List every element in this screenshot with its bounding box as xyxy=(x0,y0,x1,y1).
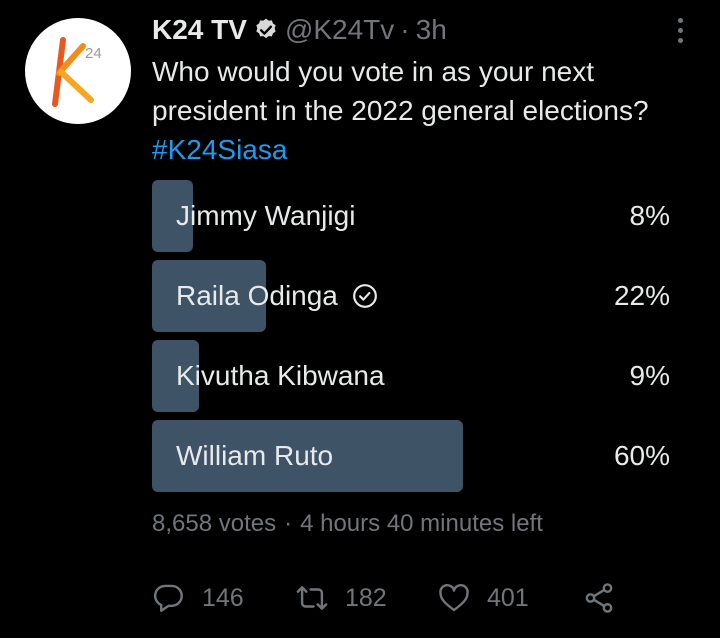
heart-icon xyxy=(439,584,469,612)
author-handle[interactable]: @K24Tv xyxy=(285,14,394,46)
retweet-count: 182 xyxy=(345,583,387,612)
poll-option-label: Kivutha Kibwana xyxy=(176,360,385,391)
share-button[interactable] xyxy=(582,581,616,615)
poll-option-percent: 22% xyxy=(613,280,670,311)
check-circle-icon xyxy=(352,284,377,308)
poll-option-percent: 8% xyxy=(629,200,670,231)
poll-time-left: 4 hours 40 minutes left xyxy=(300,510,543,537)
poll-option-percent: 60% xyxy=(613,440,670,471)
hashtag-link[interactable]: #K24Siasa xyxy=(152,134,287,165)
tweet-text: Who would you vote in as your next presi… xyxy=(152,52,702,169)
author-name[interactable]: K24 TV xyxy=(152,14,247,46)
tweet-body: Who would you vote in as your next presi… xyxy=(152,56,649,126)
logo-superscript: 24 xyxy=(85,45,102,62)
poll-option: Kivutha Kibwana 9% xyxy=(152,340,670,412)
poll-option: William Ruto 60% xyxy=(152,420,670,492)
poll-option-label: Jimmy Wanjigi xyxy=(176,200,356,231)
poll-option: Jimmy Wanjigi 8% xyxy=(152,180,670,252)
poll-option-percent: 9% xyxy=(629,360,670,391)
reply-count: 146 xyxy=(202,583,244,612)
verified-badge-icon xyxy=(256,18,276,39)
poll-meta: 8,658 votes · 4 hours 40 minutes left xyxy=(152,510,543,538)
header-separator: · xyxy=(400,14,410,45)
poll-option-label: William Ruto xyxy=(176,440,334,471)
reply-icon xyxy=(154,584,183,612)
poll-option-label: Raila Odinga xyxy=(176,280,338,311)
retweet-icon xyxy=(296,586,328,610)
like-count: 401 xyxy=(487,583,529,612)
share-icon xyxy=(585,583,613,613)
more-options-icon[interactable] xyxy=(670,12,690,48)
like-button[interactable]: 401 xyxy=(437,581,582,615)
action-bar: 146 182 401 xyxy=(152,578,616,618)
reply-button[interactable]: 146 xyxy=(152,581,295,615)
poll-option: Raila Odinga 22% xyxy=(152,260,670,332)
avatar[interactable]: 24 xyxy=(25,18,131,124)
more-dot xyxy=(677,27,683,33)
more-dot xyxy=(677,37,683,43)
retweet-button[interactable]: 182 xyxy=(295,581,437,615)
tweet-time[interactable]: 3h xyxy=(416,14,447,46)
k24-logo: 24 xyxy=(52,37,102,107)
tweet-header: K24 TV @K24Tv · 3h xyxy=(152,12,447,48)
poll-votes: 8,658 votes xyxy=(152,510,277,537)
meta-separator: · xyxy=(284,510,293,537)
more-dot xyxy=(677,17,683,23)
poll: Jimmy Wanjigi 8% Raila Odinga 22% Kivuth… xyxy=(152,180,670,500)
